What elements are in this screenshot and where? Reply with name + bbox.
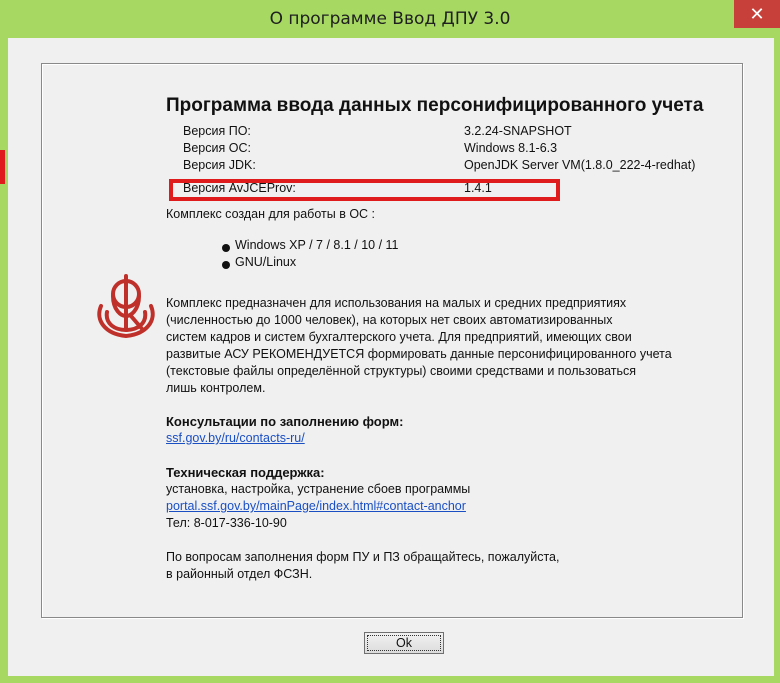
about-panel: Программа ввода данных персонифицированн… — [41, 63, 743, 618]
version-value-software: 3.2.24-SNAPSHOT — [464, 124, 572, 138]
fszn-emblem-icon — [97, 274, 155, 339]
os-intro-text: Комплекс создан для работы в ОС : — [166, 207, 376, 221]
dialog-client-area: Программа ввода данных персонифицированн… — [8, 38, 774, 676]
support-title: Техническая поддержка: — [166, 465, 325, 480]
os-list-item-linux: GNU/Linux — [235, 255, 297, 269]
support-link[interactable]: portal.ssf.gov.by/mainPage/index.html#co… — [166, 499, 466, 513]
footer-line: По вопросам заполнения форм ПУ и ПЗ обра… — [166, 550, 560, 564]
version-label-jdk: Версия JDK: — [183, 158, 256, 172]
highlight-box — [169, 179, 560, 201]
version-label-software: Версия ПО: — [183, 124, 251, 138]
title-bar[interactable]: О программе Ввод ДПУ 3.0 ✕ — [0, 0, 780, 38]
about-dialog: О программе Ввод ДПУ 3.0 ✕ Программа вво… — [0, 0, 780, 683]
os-list-item-windows: Windows XP / 7 / 8.1 / 10 / 11 — [235, 238, 399, 252]
description-line: систем кадров и систем бухгалтерского уч… — [166, 330, 632, 344]
version-label-os: Версия ОС: — [183, 141, 251, 155]
about-heading: Программа ввода данных персонифицированн… — [166, 95, 704, 116]
window-title: О программе Ввод ДПУ 3.0 — [269, 9, 511, 29]
description-line: (текстовые файлы определённой структуры)… — [166, 364, 637, 378]
consultation-link[interactable]: ssf.gov.by/ru/contacts-ru/ — [166, 431, 305, 445]
description-line: развитые АСУ РЕКОМЕНДУЕТСЯ формировать д… — [166, 347, 672, 361]
bullet-icon — [222, 244, 230, 252]
close-button[interactable]: ✕ — [734, 0, 780, 28]
consultation-title: Консультации по заполнению форм: — [166, 414, 404, 429]
support-phone: Тел: 8-017-336-10-90 — [166, 516, 287, 530]
description-line: Комплекс предназначен для использования … — [166, 296, 627, 310]
close-icon: ✕ — [749, 4, 765, 24]
version-value-jdk: OpenJDK Server VM(1.8.0_222-4-redhat) — [464, 158, 696, 172]
bullet-icon — [222, 261, 230, 269]
ok-button[interactable]: Ok — [364, 632, 444, 654]
footer-line: в районный отдел ФСЗН. — [166, 567, 313, 581]
version-value-os: Windows 8.1-6.3 — [464, 141, 558, 155]
description-line: (численностью до 1000 человек), на котор… — [166, 313, 613, 327]
description-line: лишь контролем. — [166, 381, 266, 395]
highlight-marker — [0, 150, 5, 184]
support-description: установка, настройка, устранение сбоев п… — [166, 482, 471, 496]
